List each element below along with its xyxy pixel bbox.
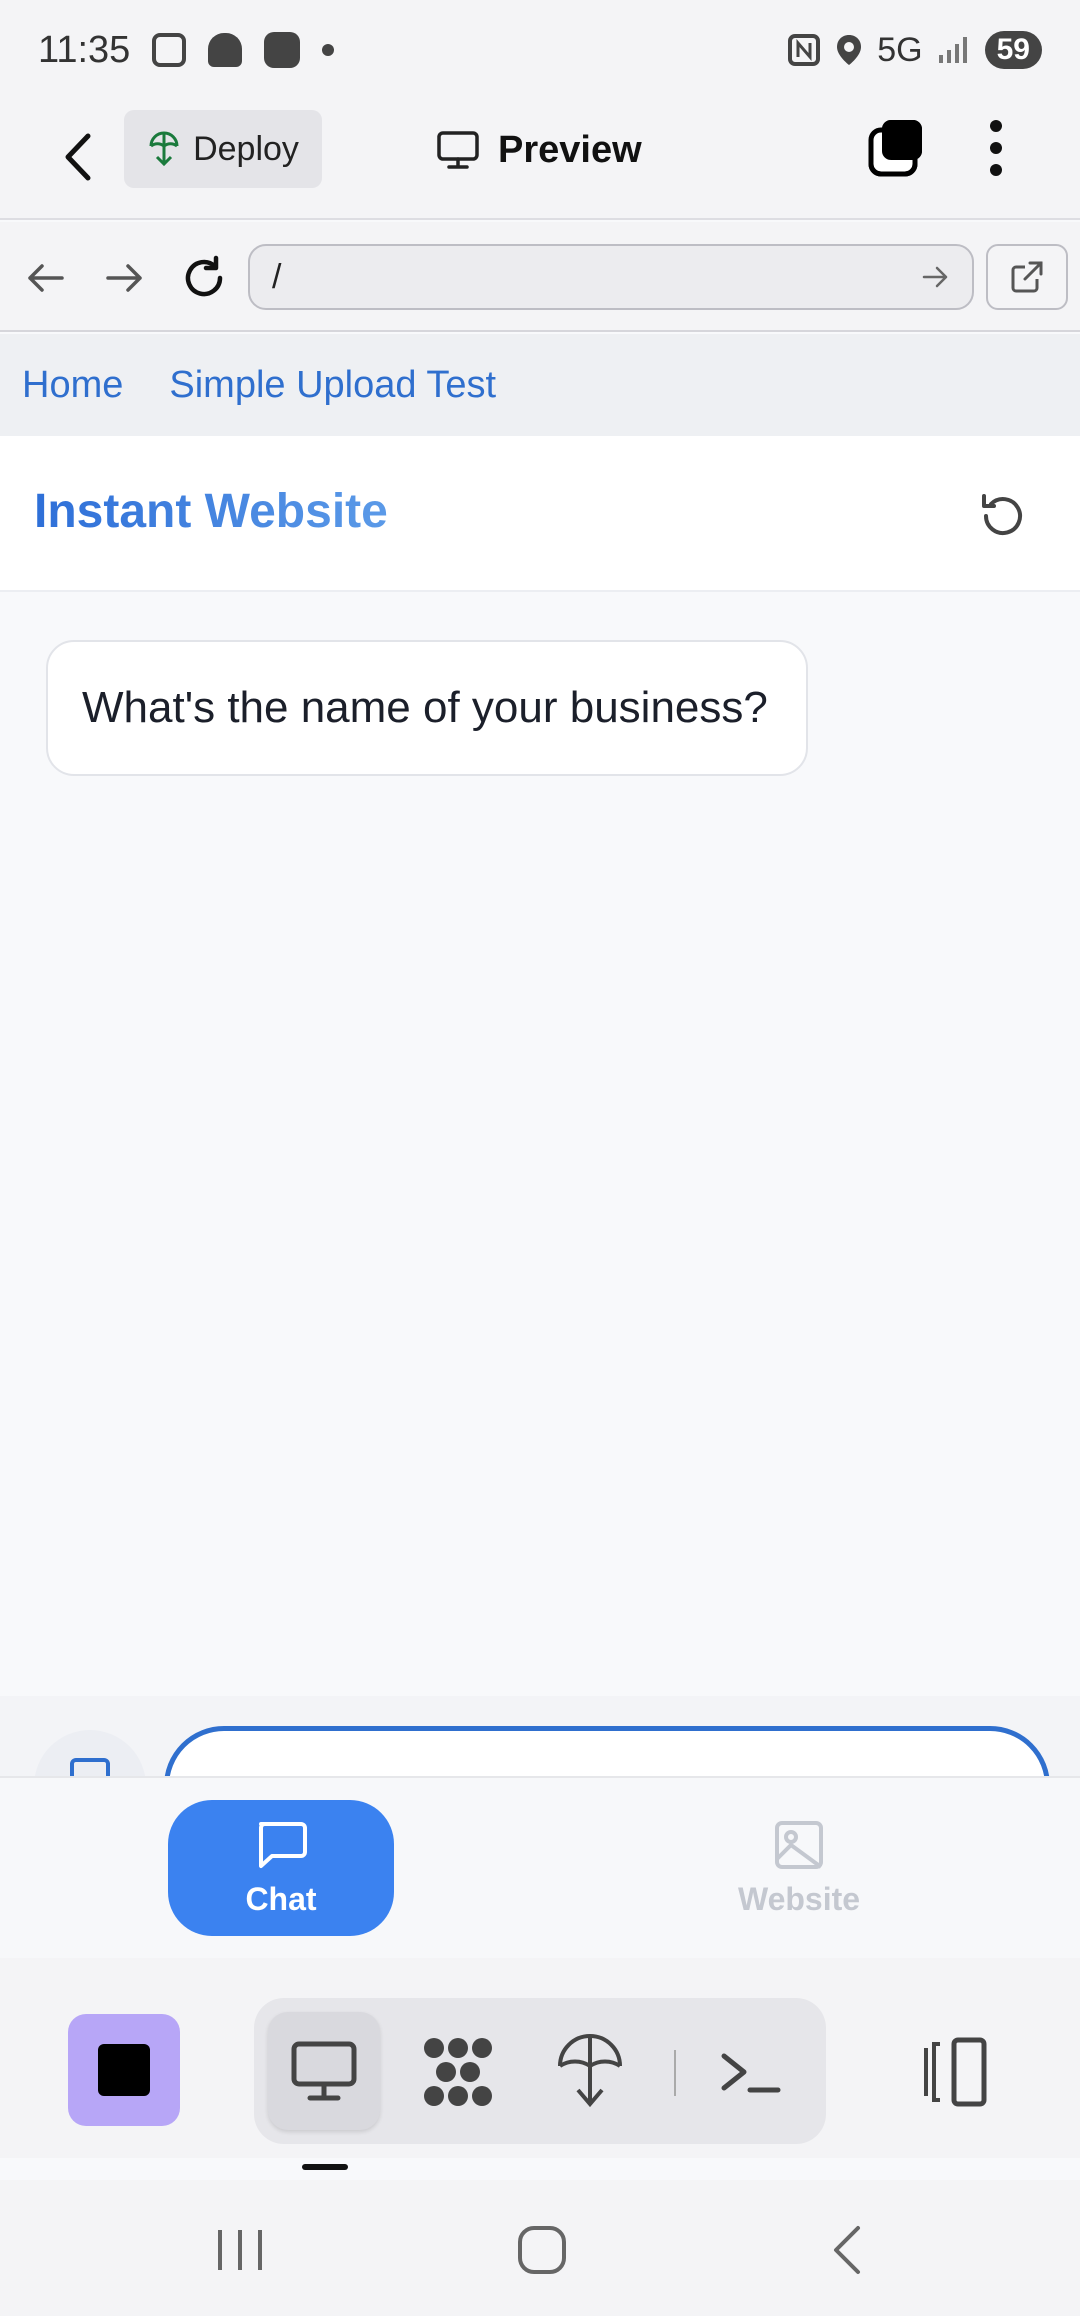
signal-icon [938,37,967,63]
workflows-icon[interactable] [418,2032,498,2112]
preview-label: Preview [498,128,642,171]
battery-level: 59 [984,31,1042,69]
monitor-icon [291,2041,357,2101]
tab-chat[interactable]: Chat [168,1800,394,1936]
arrow-left-icon [28,264,64,292]
app-icon [264,32,301,68]
screenshot-icon [152,33,187,67]
tabs-icon [868,120,922,177]
reset-chat-button[interactable] [970,484,1034,548]
assistant-message: What's the name of your business? [46,640,808,776]
tab-chat-label: Chat [245,1880,317,1917]
deploy-icon [149,131,179,167]
app-dock [0,1958,1080,2158]
stop-button[interactable] [68,2014,180,2126]
chevron-left-icon [65,133,91,181]
site-nav: Home Simple Upload Test [0,334,1080,436]
url-input[interactable]: / [248,244,974,310]
active-indicator [302,2164,348,2170]
status-bar: 11:35 5G 59 [0,0,1080,100]
go-arrow-icon[interactable] [920,262,950,292]
chat-input-area [0,1696,1080,1776]
tabs-button[interactable] [866,116,928,178]
dot-icon [322,44,335,56]
message-text: What's the name of your business? [82,683,768,732]
location-icon [837,35,862,65]
chat-area: What's the name of your business? [0,592,1080,1696]
image-icon [775,1820,823,1869]
recent-apps-icon[interactable] [212,2226,268,2274]
attach-image-button[interactable] [34,1730,146,1776]
deploy-button[interactable]: Deploy [124,110,322,188]
stop-icon [98,2044,150,2096]
browser-back-button[interactable] [18,250,74,306]
system-nav-bar [0,2180,1080,2316]
more-menu-button[interactable] [968,116,1024,180]
dock-separator [674,2050,676,2096]
status-time: 11:35 [38,28,131,71]
external-link-icon [1011,261,1043,293]
nfc-icon [788,34,821,66]
monitor-icon [437,131,479,169]
app-header: Deploy Preview [0,100,1080,220]
chat-bubble-icon [259,1821,307,1868]
open-external-button[interactable] [986,244,1068,310]
home-icon[interactable] [514,2222,570,2278]
deploy-label: Deploy [193,129,299,168]
browser-toolbar: / [0,222,1080,332]
network-label: 5G [877,30,923,69]
terminal-icon[interactable] [710,2032,790,2112]
nav-link-home[interactable]: Home [22,364,123,407]
bottom-tab-bar: Chat Website [0,1776,1080,1958]
back-button[interactable] [52,122,108,192]
tab-website[interactable]: Website [686,1800,912,1936]
preview-tab[interactable]: Preview [436,120,642,180]
reload-icon [185,255,223,297]
tab-website-label: Website [737,1880,861,1917]
browser-forward-button[interactable] [96,250,152,306]
site-header: Instant Website [0,436,1080,592]
dock-tool-group [254,1998,826,2144]
system-back-icon[interactable] [820,2224,876,2276]
arrow-right-icon [106,264,142,292]
deploy-icon[interactable] [550,2032,630,2112]
site-title: Instant Website [34,485,388,538]
more-vertical-icon [990,120,1002,176]
url-text: / [272,257,282,296]
snapchat-icon [208,33,243,67]
image-icon [70,1758,110,1776]
reset-icon [982,494,1022,536]
nav-link-simple-upload-test[interactable]: Simple Upload Test [169,364,496,407]
browser-reload-button[interactable] [176,250,232,306]
split-view-icon[interactable] [914,2032,994,2112]
chat-input[interactable] [164,1726,1050,1776]
